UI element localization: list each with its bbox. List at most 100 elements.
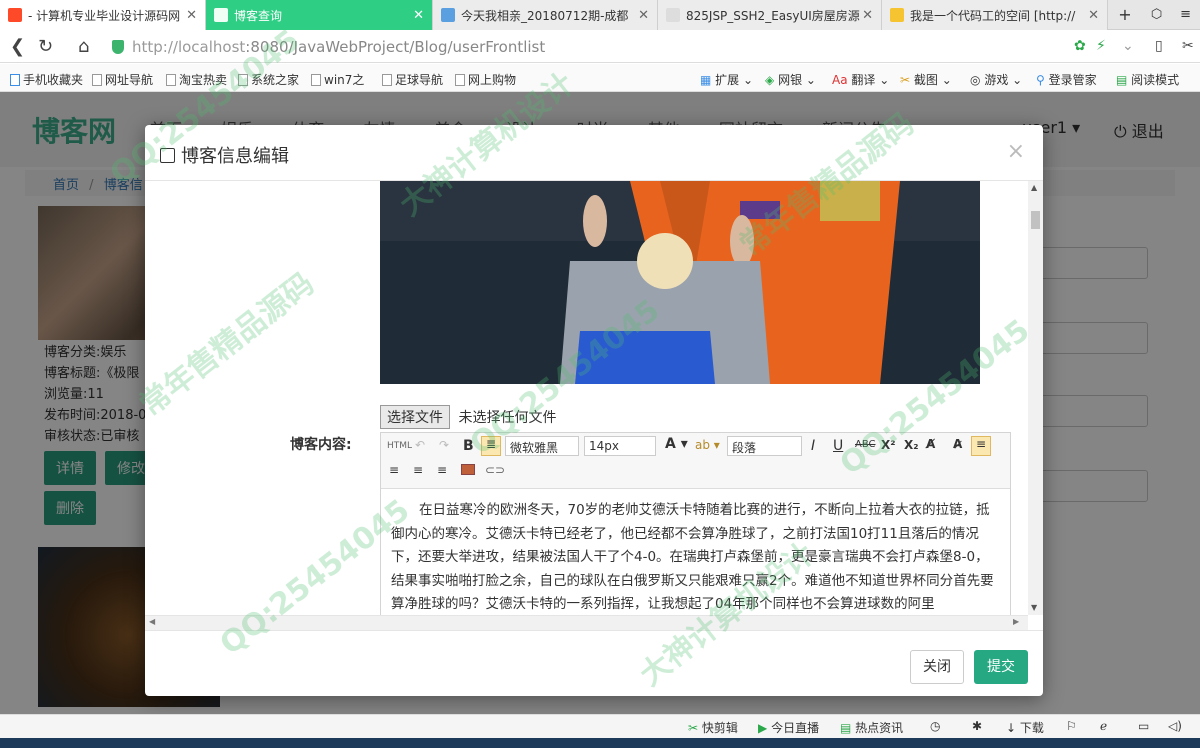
align-left-icon[interactable]: ≡ [971, 436, 991, 456]
font-color-icon[interactable]: A ▾ [665, 436, 688, 452]
cut-icon[interactable]: ✂ [1182, 38, 1194, 54]
close-tab-icon[interactable]: ✕ [186, 8, 197, 23]
modal-vertical-scrollbar[interactable]: ▲ ▼ [1028, 181, 1043, 615]
scroll-up-icon[interactable]: ▲ [1031, 183, 1037, 192]
submit-button[interactable]: 提交 [974, 650, 1028, 684]
bold-icon[interactable]: B [463, 438, 474, 454]
format-paint-icon[interactable]: ≣ [481, 436, 501, 456]
volume-icon[interactable]: ◁) [1168, 719, 1182, 733]
new-tab-button[interactable]: + [1108, 0, 1142, 29]
editor-content[interactable]: 在日益寒冷的欧洲冬天，70岁的老帅艾德沃卡特随着比赛的进行，不断向上拉着大衣的拉… [381, 489, 1010, 621]
status-item[interactable]: ↓ 下载 [1006, 719, 1044, 736]
toolbar-bank[interactable]: ◈ 网银 ⌄ [765, 71, 816, 88]
scroll-down-icon[interactable]: ▼ [1031, 603, 1037, 612]
bookmark-item[interactable]: 网址导航 [92, 71, 153, 88]
url-input[interactable]: http://localhost :8080/JavaWebProject/Bl… [112, 34, 1147, 59]
page-icon [92, 74, 102, 86]
flag-icon[interactable]: ⚐ [1066, 719, 1077, 733]
download-icon: ↓ [1006, 721, 1017, 735]
close-button[interactable]: 关闭 [910, 650, 964, 684]
close-tab-icon[interactable]: ✕ [1088, 8, 1099, 23]
status-item[interactable]: ▶ 今日直播 [758, 719, 819, 736]
bookmark-item[interactable]: 足球导航 [382, 71, 443, 88]
close-tab-icon[interactable]: ✕ [413, 8, 424, 23]
close-icon[interactable]: × [1007, 139, 1025, 164]
paragraph-select[interactable]: 段落 [727, 436, 802, 456]
status-item[interactable]: ✂ 快剪辑 [688, 719, 738, 736]
toolbar-translate[interactable]: Aa 翻译 ⌄ [832, 71, 889, 88]
browser-tab[interactable]: 825JSP_SSH2_EasyUI房屋房源 ✕ [658, 0, 882, 30]
tab-favicon-icon [8, 8, 22, 22]
chevron-down-icon[interactable]: ⌄ [1122, 38, 1134, 54]
menu-icon[interactable]: ≡ [1180, 7, 1191, 22]
toolbar-games[interactable]: ◎ 游戏 ⌄ [970, 71, 1022, 88]
clear-format-icon[interactable]: A̸ [926, 437, 935, 451]
italic-icon[interactable]: I [811, 438, 815, 454]
translate-icon: Aa [832, 73, 848, 87]
window-icon[interactable]: ▭ [1138, 719, 1149, 733]
modal-horizontal-scrollbar[interactable]: ◀ ▶ [145, 615, 1028, 630]
page-icon [311, 74, 321, 86]
bolt-icon[interactable]: ⚡ [1096, 38, 1106, 54]
grid-icon: ▦ [700, 73, 712, 87]
font-family-select[interactable]: 微软雅黑 [505, 436, 579, 456]
modal-footer: 关闭 提交 [145, 630, 1043, 696]
html-source-icon[interactable]: HTML [387, 441, 412, 451]
speed-icon[interactable]: ◷ [930, 719, 940, 733]
browser-tab[interactable]: 今天我相亲_20180712期-成都 ✕ [433, 0, 658, 30]
window-controls: ⬡ ≡ [1142, 0, 1200, 29]
scissors-icon: ✂ [688, 721, 699, 735]
back-icon[interactable]: ❮ [10, 36, 25, 57]
choose-file-button[interactable]: 选择文件 [380, 405, 450, 429]
scroll-right-icon[interactable]: ▶ [1013, 617, 1019, 626]
highlight-icon[interactable]: ab ▾ [695, 438, 720, 452]
strikethrough-icon[interactable]: ABC [855, 439, 876, 450]
bookmarks-bar: 手机收藏夹 网址导航 淘宝热卖 系统之家 win7之 足球导航 网上购物 ▦ 扩… [0, 64, 1200, 92]
redo-icon[interactable]: ↷ [439, 438, 449, 452]
insert-image-icon[interactable] [461, 464, 475, 475]
link-icon[interactable]: ⊂⊃ [485, 463, 505, 477]
bookmark-item[interactable]: 网上购物 [455, 71, 516, 88]
plus-icon: + [1118, 5, 1132, 24]
align-right-icon[interactable]: ≡ [389, 463, 399, 477]
close-tab-icon[interactable]: ✕ [638, 8, 649, 23]
scissors-icon: ✂ [900, 73, 911, 87]
tab-favicon-icon [666, 8, 680, 22]
superscript-icon[interactable]: X² [881, 438, 896, 452]
address-bar: ❮ ↻ ⌂ http://localhost :8080/JavaWebProj… [0, 30, 1200, 63]
underline-icon[interactable]: U [833, 438, 843, 454]
subscript-icon[interactable]: X₂ [904, 438, 919, 452]
bookmark-item[interactable]: win7之 [311, 71, 364, 88]
book-icon: ▤ [1116, 73, 1128, 87]
justify-icon[interactable]: ≡ [437, 463, 447, 477]
phone-icon[interactable]: ▯ [1155, 38, 1163, 54]
remove-format-icon[interactable]: A̷ [953, 437, 962, 451]
secure-shield-icon [112, 39, 124, 54]
browser-tab[interactable]: - 计算机专业毕业设计源码网 ✕ [0, 0, 206, 30]
shield-icon: ◈ [765, 73, 775, 87]
font-size-select[interactable]: 14px [584, 436, 656, 456]
pin-icon[interactable]: ✱ [972, 719, 982, 733]
browser-icon[interactable]: ℯ [1100, 719, 1107, 733]
bookmark-item[interactable]: 系统之家 [238, 71, 299, 88]
close-tab-icon[interactable]: ✕ [862, 8, 873, 23]
bookmark-item[interactable]: 淘宝热卖 [166, 71, 227, 88]
tab-title: 825JSP_SSH2_EasyUI房屋房源 [686, 8, 860, 23]
reload-icon[interactable]: ↻ [38, 36, 53, 57]
bookmark-item[interactable]: 手机收藏夹 [10, 71, 83, 88]
undo-icon[interactable]: ↶ [415, 438, 425, 452]
align-center-icon[interactable]: ≡ [413, 463, 423, 477]
bookmark-icon [10, 74, 20, 86]
toolbar-screenshot[interactable]: ✂ 截图 ⌄ [900, 71, 952, 88]
browser-tab[interactable]: 我是一个代码工的空间 [http:// ✕ [882, 0, 1108, 30]
home-icon[interactable]: ⌂ [78, 36, 89, 57]
browser-tab-active[interactable]: 博客查询 ✕ [206, 0, 433, 30]
skin-icon[interactable]: ⬡ [1151, 7, 1162, 22]
toolbar-extensions[interactable]: ▦ 扩展 ⌄ [700, 71, 753, 88]
scroll-left-icon[interactable]: ◀ [149, 617, 155, 626]
scrollbar-thumb[interactable] [1031, 211, 1040, 229]
status-item[interactable]: ▤ 热点资讯 [840, 719, 903, 736]
security-icon[interactable]: ✿ [1074, 38, 1086, 54]
toolbar-reader[interactable]: ▤ 阅读模式 [1116, 71, 1179, 88]
toolbar-login[interactable]: ⚲ 登录管家 [1036, 71, 1097, 88]
